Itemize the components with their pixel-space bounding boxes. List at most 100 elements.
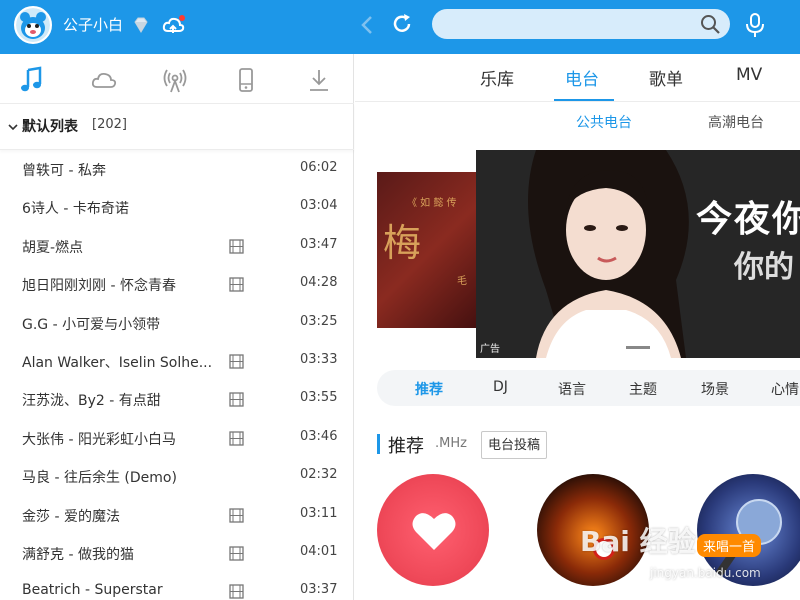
- download-icon[interactable]: [305, 66, 333, 94]
- category-language[interactable]: 语言: [558, 379, 586, 399]
- device-icon[interactable]: [232, 66, 260, 94]
- song-duration: 03:47: [300, 236, 338, 252]
- song-duration: 04:28: [300, 275, 338, 291]
- submit-radio-button[interactable]: 电台投稿: [481, 431, 548, 459]
- song-title: 曾轶可 - 私奔: [22, 163, 106, 179]
- song-row[interactable]: Alan Walker、Iselin Solhe... 03:33: [0, 342, 354, 380]
- section-subtitle: .MHz: [435, 436, 467, 451]
- search-icon[interactable]: [699, 13, 721, 35]
- mv-film-icon[interactable]: [229, 392, 244, 407]
- section-accent-bar: [377, 434, 380, 454]
- active-tab-indicator: [554, 99, 614, 101]
- music-note-icon[interactable]: [18, 66, 46, 94]
- tab-library[interactable]: 乐库: [480, 65, 514, 90]
- song-title: 旭日阳刚刘刚 - 怀念青春: [22, 278, 176, 295]
- song-duration: 03:37: [300, 582, 338, 598]
- song-row[interactable]: 曾轶可 - 私奔 06:02: [0, 150, 354, 188]
- song-title: G.G - 小可爱与小领带: [22, 316, 161, 333]
- song-title: 胡夏-燃点: [22, 239, 84, 256]
- song-title: 汪苏泷、By2 - 有点甜: [22, 393, 161, 410]
- song-title: 马良 - 往后余生 (Demo): [22, 470, 177, 487]
- banner-secondary-title: 梅: [383, 221, 424, 265]
- mic-icon[interactable]: [744, 12, 766, 38]
- ad-label: 广告: [480, 344, 500, 355]
- mv-film-icon[interactable]: [229, 277, 244, 292]
- banner-main-headline: 今夜你: [696, 199, 800, 240]
- sidebar: 默认列表 [202] 曾轶可 - 私奔 06:02 6诗人 - 卡布奇诺 03:04 胡…: [0, 54, 354, 600]
- subtab-public-radio[interactable]: 公共电台: [576, 112, 632, 132]
- refresh-icon[interactable]: [391, 13, 413, 35]
- category-dj[interactable]: DJ: [493, 379, 508, 395]
- radio-icon[interactable]: [161, 66, 189, 94]
- radio-tile-k-song[interactable]: [537, 474, 649, 586]
- main-tabs: 乐库 电台 歌单 MV: [355, 54, 800, 102]
- radio-tile-favorites[interactable]: [377, 474, 489, 586]
- tab-playlists[interactable]: 歌单: [649, 65, 683, 90]
- banner-secondary-caption: 毛: [457, 276, 467, 287]
- main-content: 乐库 电台 歌单 MV 公共电台 高潮电台 《 如 懿 传 梅 毛 今夜你 你的…: [355, 54, 800, 600]
- song-duration: 04:01: [300, 543, 338, 559]
- song-duration: 03:33: [300, 351, 338, 367]
- search-input[interactable]: [446, 13, 686, 35]
- banner-main-subheadline: 你的: [734, 250, 794, 285]
- song-row[interactable]: 汪苏泷、By2 - 有点甜 03:55: [0, 380, 354, 418]
- radio-category-bar: 推荐 DJ 语言 主题 场景 心情: [377, 370, 800, 406]
- banner-secondary-subtitle: 《 如 懿 传: [407, 198, 457, 209]
- diamond-icon[interactable]: [132, 16, 150, 34]
- subtab-climax-radio[interactable]: 高潮电台: [708, 112, 764, 132]
- song-row[interactable]: G.G - 小可爱与小领带 03:25: [0, 304, 354, 342]
- song-title: Beatrich - Superstar: [22, 582, 163, 599]
- playlist-title: 默认列表: [22, 119, 78, 135]
- cloud-icon[interactable]: [162, 14, 186, 36]
- category-theme[interactable]: 主题: [629, 379, 657, 399]
- banner-secondary[interactable]: 《 如 懿 传 梅 毛: [377, 172, 487, 328]
- song-duration: 03:55: [300, 390, 338, 406]
- song-title: 金莎 - 爱的魔法: [22, 508, 120, 525]
- mv-film-icon[interactable]: [229, 431, 244, 446]
- song-duration: 03:46: [300, 428, 338, 444]
- song-title: 满舒克 - 做我的猫: [22, 546, 134, 563]
- playlist-header[interactable]: 默认列表 [202]: [0, 104, 354, 150]
- song-title: 6诗人 - 卡布奇诺: [22, 201, 129, 218]
- song-title: Alan Walker、Iselin Solhe...: [22, 354, 213, 371]
- song-row[interactable]: 旭日阳刚刘刚 - 怀念青春 04:28: [0, 265, 354, 303]
- song-duration: 03:25: [300, 313, 338, 329]
- carousel-indicator[interactable]: [626, 346, 650, 349]
- category-mood[interactable]: 心情: [771, 379, 799, 399]
- microphone-icon: [715, 499, 782, 577]
- section-title: 推荐: [388, 436, 424, 457]
- song-duration: 02:32: [300, 467, 338, 483]
- sidebar-nav: [0, 54, 354, 104]
- back-arrow-icon[interactable]: [358, 14, 378, 36]
- song-row[interactable]: Beatrich - Superstar 03:37: [0, 572, 354, 600]
- username[interactable]: 公子小白: [63, 14, 123, 35]
- song-row[interactable]: 大张伟 - 阳光彩虹小白马 03:46: [0, 419, 354, 457]
- tab-mv[interactable]: MV: [736, 65, 762, 85]
- song-row[interactable]: 马良 - 往后余生 (Demo) 02:32: [0, 457, 354, 495]
- category-recommended[interactable]: 推荐: [415, 379, 443, 399]
- song-title: 大张伟 - 阳光彩虹小白马: [22, 431, 176, 448]
- song-row[interactable]: 金莎 - 爱的魔法 03:11: [0, 496, 354, 534]
- chevron-down-icon[interactable]: [7, 121, 19, 133]
- tab-radio[interactable]: 电台: [565, 65, 599, 90]
- cloud-icon[interactable]: [90, 66, 118, 94]
- radio-tile-sing-along[interactable]: [697, 474, 800, 586]
- song-row[interactable]: 6诗人 - 卡布奇诺 03:04: [0, 188, 354, 226]
- mv-film-icon[interactable]: [229, 546, 244, 561]
- title-bar: 公子小白: [0, 0, 800, 54]
- k-logo-icon: [593, 538, 615, 560]
- banner-main[interactable]: 今夜你 你的 广告: [476, 150, 800, 358]
- avatar[interactable]: [14, 6, 52, 44]
- mv-film-icon[interactable]: [229, 354, 244, 369]
- song-duration: 03:04: [300, 198, 338, 214]
- song-row[interactable]: 胡夏-燃点 03:47: [0, 227, 354, 265]
- category-scene[interactable]: 场景: [701, 379, 729, 399]
- song-duration: 03:11: [300, 505, 338, 521]
- mv-film-icon[interactable]: [229, 239, 244, 254]
- mv-film-icon[interactable]: [229, 584, 244, 599]
- song-duration: 06:02: [300, 160, 338, 175]
- heart-icon: [412, 513, 456, 550]
- mv-film-icon[interactable]: [229, 507, 244, 523]
- song-row[interactable]: 满舒克 - 做我的猫 04:01: [0, 534, 354, 572]
- sing-along-tag: 来唱一首: [697, 534, 762, 557]
